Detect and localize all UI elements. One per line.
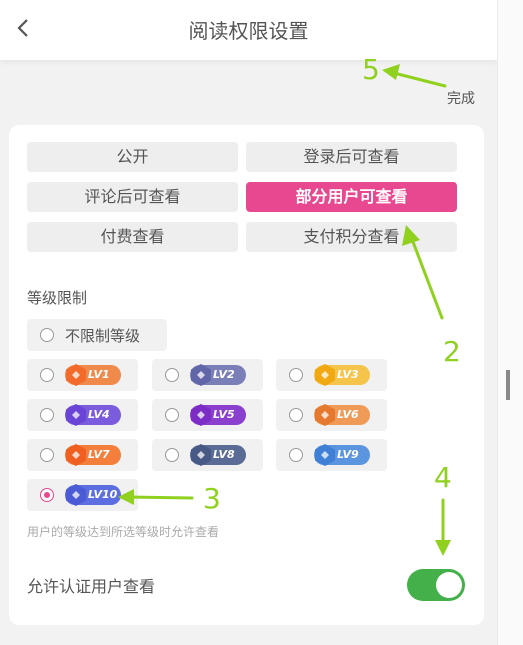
level-badge: LV10 bbox=[65, 484, 121, 506]
radio-button[interactable] bbox=[165, 448, 179, 462]
level-badge: LV9 bbox=[314, 444, 370, 466]
done-button[interactable]: 完成 bbox=[447, 88, 475, 108]
certified-users-label: 允许认证用户查看 bbox=[27, 577, 156, 596]
radio-button[interactable] bbox=[40, 488, 54, 502]
level-option-lv8[interactable]: LV8 bbox=[152, 439, 263, 471]
level-badge-label: LV8 bbox=[213, 448, 235, 461]
level-badge-label: LV3 bbox=[337, 368, 359, 381]
toggle-knob bbox=[436, 572, 462, 598]
option-partial-users[interactable]: 部分用户可查看 bbox=[246, 182, 457, 212]
level-option-lv4[interactable]: LV4 bbox=[27, 399, 138, 431]
gem-icon bbox=[66, 404, 86, 426]
level-badge-label: LV6 bbox=[337, 408, 359, 421]
level-badge: LV3 bbox=[314, 364, 370, 386]
level-option-lv9[interactable]: LV9 bbox=[276, 439, 387, 471]
level-badge: LV2 bbox=[190, 364, 246, 386]
option-points-payment[interactable]: 支付积分查看 bbox=[246, 222, 457, 252]
level-badge-label: LV7 bbox=[88, 448, 110, 461]
level-badge: LV7 bbox=[65, 444, 121, 466]
annotation-number: 5 bbox=[362, 53, 380, 86]
level-badge: LV5 bbox=[190, 404, 246, 426]
level-badge-label: LV5 bbox=[213, 408, 235, 421]
radio-button[interactable] bbox=[40, 328, 54, 342]
level-hint-text: 用户的等级达到所选等级时允许查看 bbox=[27, 525, 220, 539]
level-badge-label: LV9 bbox=[337, 448, 359, 461]
level-badge: LV6 bbox=[314, 404, 370, 426]
level-badge-label: LV2 bbox=[213, 368, 235, 381]
gem-icon bbox=[191, 444, 211, 466]
option-public[interactable]: 公开 bbox=[27, 142, 238, 172]
level-option-lv10[interactable]: LV10 bbox=[27, 479, 138, 511]
option-login-required[interactable]: 登录后可查看 bbox=[246, 142, 457, 172]
radio-button[interactable] bbox=[40, 408, 54, 422]
top-bar: 阅读权限设置 bbox=[0, 0, 497, 60]
radio-button[interactable] bbox=[40, 448, 54, 462]
gem-icon bbox=[191, 404, 211, 426]
level-option-lv6[interactable]: LV6 bbox=[276, 399, 387, 431]
level-option-lv2[interactable]: LV2 bbox=[152, 359, 263, 391]
drag-handle-icon[interactable] bbox=[506, 370, 510, 400]
level-limit-label: 等级限制 bbox=[27, 289, 88, 307]
level-option-lv1[interactable]: LV1 bbox=[27, 359, 138, 391]
level-badge-label: LV4 bbox=[88, 408, 110, 421]
gem-icon bbox=[315, 444, 335, 466]
gem-icon bbox=[66, 444, 86, 466]
option-comment-required[interactable]: 评论后可查看 bbox=[27, 182, 238, 212]
option-paid[interactable]: 付费查看 bbox=[27, 222, 238, 252]
radio-button[interactable] bbox=[165, 368, 179, 382]
level-badge: LV8 bbox=[190, 444, 246, 466]
radio-button[interactable] bbox=[40, 368, 54, 382]
certified-users-toggle[interactable] bbox=[407, 569, 465, 601]
permission-card: 公开 登录后可查看 评论后可查看 部分用户可查看 付费查看 支付积分查看 等级限… bbox=[9, 125, 484, 625]
level-option-lv3[interactable]: LV3 bbox=[276, 359, 387, 391]
level-option-lv7[interactable]: LV7 bbox=[27, 439, 138, 471]
page-title: 阅读权限设置 bbox=[188, 19, 309, 43]
gem-icon bbox=[315, 404, 335, 426]
radio-button[interactable] bbox=[165, 408, 179, 422]
annotation-number: 3 bbox=[203, 482, 221, 515]
gem-icon bbox=[191, 364, 211, 386]
level-badge-label: LV1 bbox=[88, 368, 110, 381]
radio-button[interactable] bbox=[289, 448, 303, 462]
annotation-number: 2 bbox=[443, 335, 461, 368]
level-badge: LV4 bbox=[65, 404, 121, 426]
level-option-label: 不限制等级 bbox=[65, 327, 141, 345]
side-panel-edge bbox=[497, 0, 523, 645]
level-option-lv5[interactable]: LV5 bbox=[152, 399, 263, 431]
gem-icon bbox=[66, 364, 86, 386]
gem-icon bbox=[66, 484, 86, 506]
level-badge-label: LV10 bbox=[88, 488, 118, 501]
level-badge: LV1 bbox=[65, 364, 121, 386]
annotation-number: 4 bbox=[434, 461, 452, 494]
level-option-unlimited[interactable]: 不限制等级 bbox=[27, 319, 167, 351]
gem-icon bbox=[315, 364, 335, 386]
radio-button[interactable] bbox=[289, 368, 303, 382]
radio-button[interactable] bbox=[289, 408, 303, 422]
